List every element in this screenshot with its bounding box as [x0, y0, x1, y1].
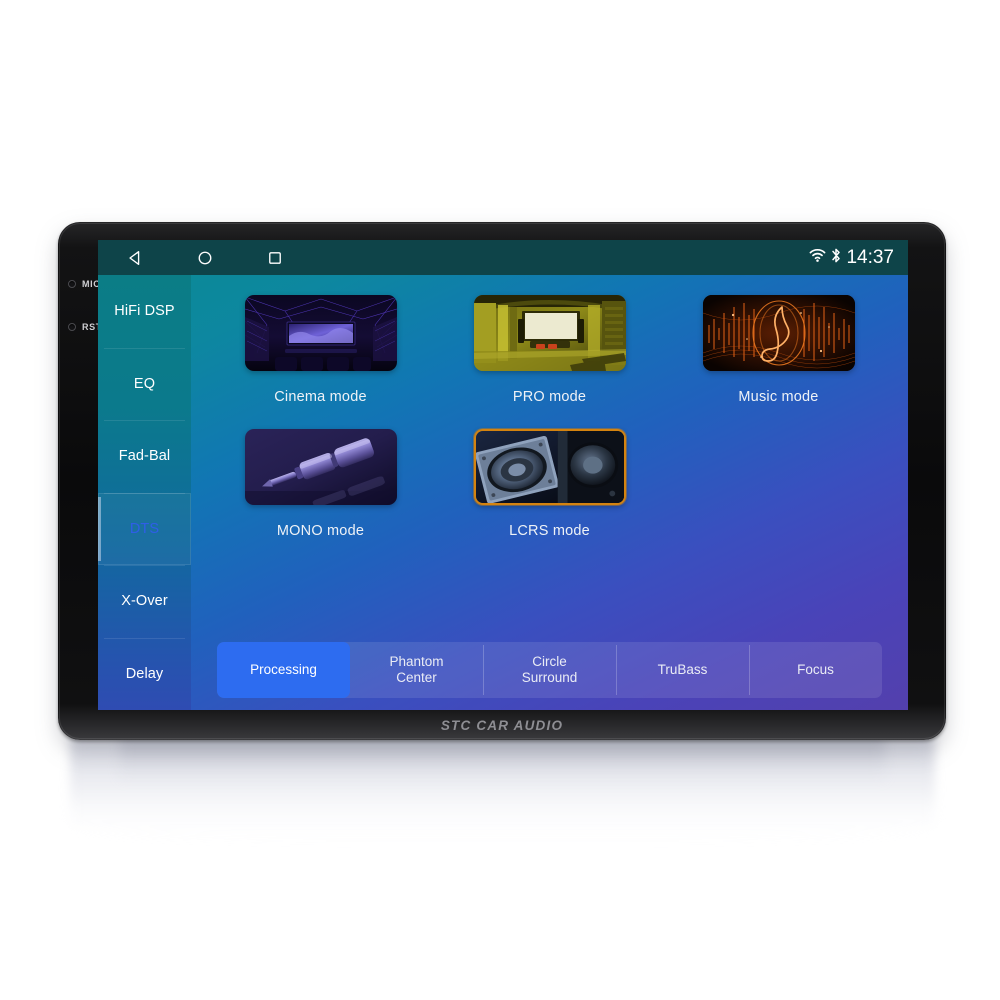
sidebar-item-fad-bal[interactable]: Fad-Bal — [98, 420, 191, 493]
sidebar-item-label: DTS — [129, 520, 160, 537]
back-triangle-icon[interactable] — [126, 249, 144, 267]
tab-label-line1: Processing — [250, 662, 317, 678]
status-clock: 14:37 — [846, 246, 894, 268]
dts-mode-panel: Cinema mode PRO mode Music mode MONO mod… — [191, 275, 908, 710]
sidebar-item-eq[interactable]: EQ — [98, 347, 191, 421]
tab-label-line2: Center — [396, 670, 437, 685]
android-status-bar: 14:37 — [98, 240, 908, 275]
mode-label: LCRS mode — [509, 523, 590, 539]
cinema-theater-thumb[interactable] — [244, 295, 397, 371]
mode-cell-cinema[interactable]: Cinema mode — [217, 295, 424, 405]
sidebar-nav: HiFi DSP EQ Fad-Bal DTS X-Over Delay — [98, 275, 191, 710]
wifi-icon — [809, 248, 826, 268]
home-circle-icon[interactable] — [196, 249, 214, 267]
mode-label: Cinema mode — [274, 389, 367, 405]
recents-square-icon[interactable] — [266, 249, 284, 267]
bezel-marker-rst: RST — [68, 322, 102, 332]
touchscreen: 14:37 HiFi DSP EQ Fad-Bal DTS X-Over Del… — [98, 240, 908, 710]
tab-label-line2: Surround — [521, 670, 578, 685]
device-reflection-core — [120, 735, 885, 783]
speakers-thumb[interactable] — [473, 429, 626, 505]
mode-grid-row-1: Cinema mode PRO mode Music mode — [217, 295, 882, 405]
tab-focus[interactable]: Focus — [749, 642, 882, 698]
bezel-marker-mic: MIC — [68, 279, 100, 289]
sidebar-item-hifi-dsp[interactable]: HiFi DSP — [98, 275, 191, 348]
tab-label-line1: TruBass — [657, 662, 708, 678]
mode-cell-pro[interactable]: PRO mode — [446, 295, 653, 405]
sidebar-item-dts[interactable]: DTS — [98, 492, 191, 565]
audio-jack-thumb[interactable] — [244, 429, 397, 505]
sidebar-item-label: EQ — [133, 375, 156, 392]
tab-trubass[interactable]: TruBass — [616, 642, 749, 698]
tab-phantom-center[interactable]: Phantom Center — [350, 642, 483, 698]
mode-grid-row-2: MONO mode LCRS mode — [217, 429, 882, 539]
screenshot-root: MIC RST STC CAR AUDIO 14:37 HiFi DSP EQ … — [0, 0, 1000, 1000]
mode-cell-mono[interactable]: MONO mode — [217, 429, 424, 539]
mode-cell-music[interactable]: Music mode — [675, 295, 882, 405]
dts-feature-tabbar: Processing Phantom Center Circle Surround … — [217, 642, 882, 698]
mode-label: Music mode — [738, 389, 819, 405]
sidebar-item-label: Delay — [125, 665, 164, 682]
tab-label-line1: Circle — [532, 654, 567, 670]
car-head-unit-device: MIC RST STC CAR AUDIO 14:37 HiFi DSP EQ … — [58, 222, 946, 740]
mode-cell-lcrs[interactable]: LCRS mode — [446, 429, 653, 539]
sidebar-item-label: Fad-Bal — [118, 448, 171, 465]
tab-label-line1: Phantom — [389, 654, 444, 670]
sidebar-item-label: HiFi DSP — [114, 303, 175, 320]
mode-label: PRO mode — [512, 389, 587, 405]
mic-hole-icon — [68, 280, 76, 288]
sidebar-item-label: X-Over — [121, 593, 168, 610]
sidebar-item-delay[interactable]: Delay — [98, 637, 191, 711]
pro-studio-thumb[interactable] — [473, 295, 626, 371]
tab-processing[interactable]: Processing — [217, 642, 350, 698]
mode-cell-empty — [675, 429, 882, 539]
device-brand-label: STC CAR AUDIO — [440, 718, 564, 733]
bluetooth-icon — [830, 247, 842, 269]
status-indicators: 14:37 — [809, 247, 894, 269]
sidebar-item-x-over[interactable]: X-Over — [98, 565, 191, 638]
reset-hole-icon[interactable] — [68, 323, 76, 331]
dsp-app-body: HiFi DSP EQ Fad-Bal DTS X-Over Delay Cin… — [98, 275, 908, 710]
tab-label-line1: Focus — [797, 662, 834, 678]
navigation-buttons — [112, 249, 284, 267]
mode-label: MONO mode — [276, 523, 365, 539]
tab-circle-surround[interactable]: Circle Surround — [483, 642, 616, 698]
music-waveform-thumb[interactable] — [702, 295, 855, 371]
